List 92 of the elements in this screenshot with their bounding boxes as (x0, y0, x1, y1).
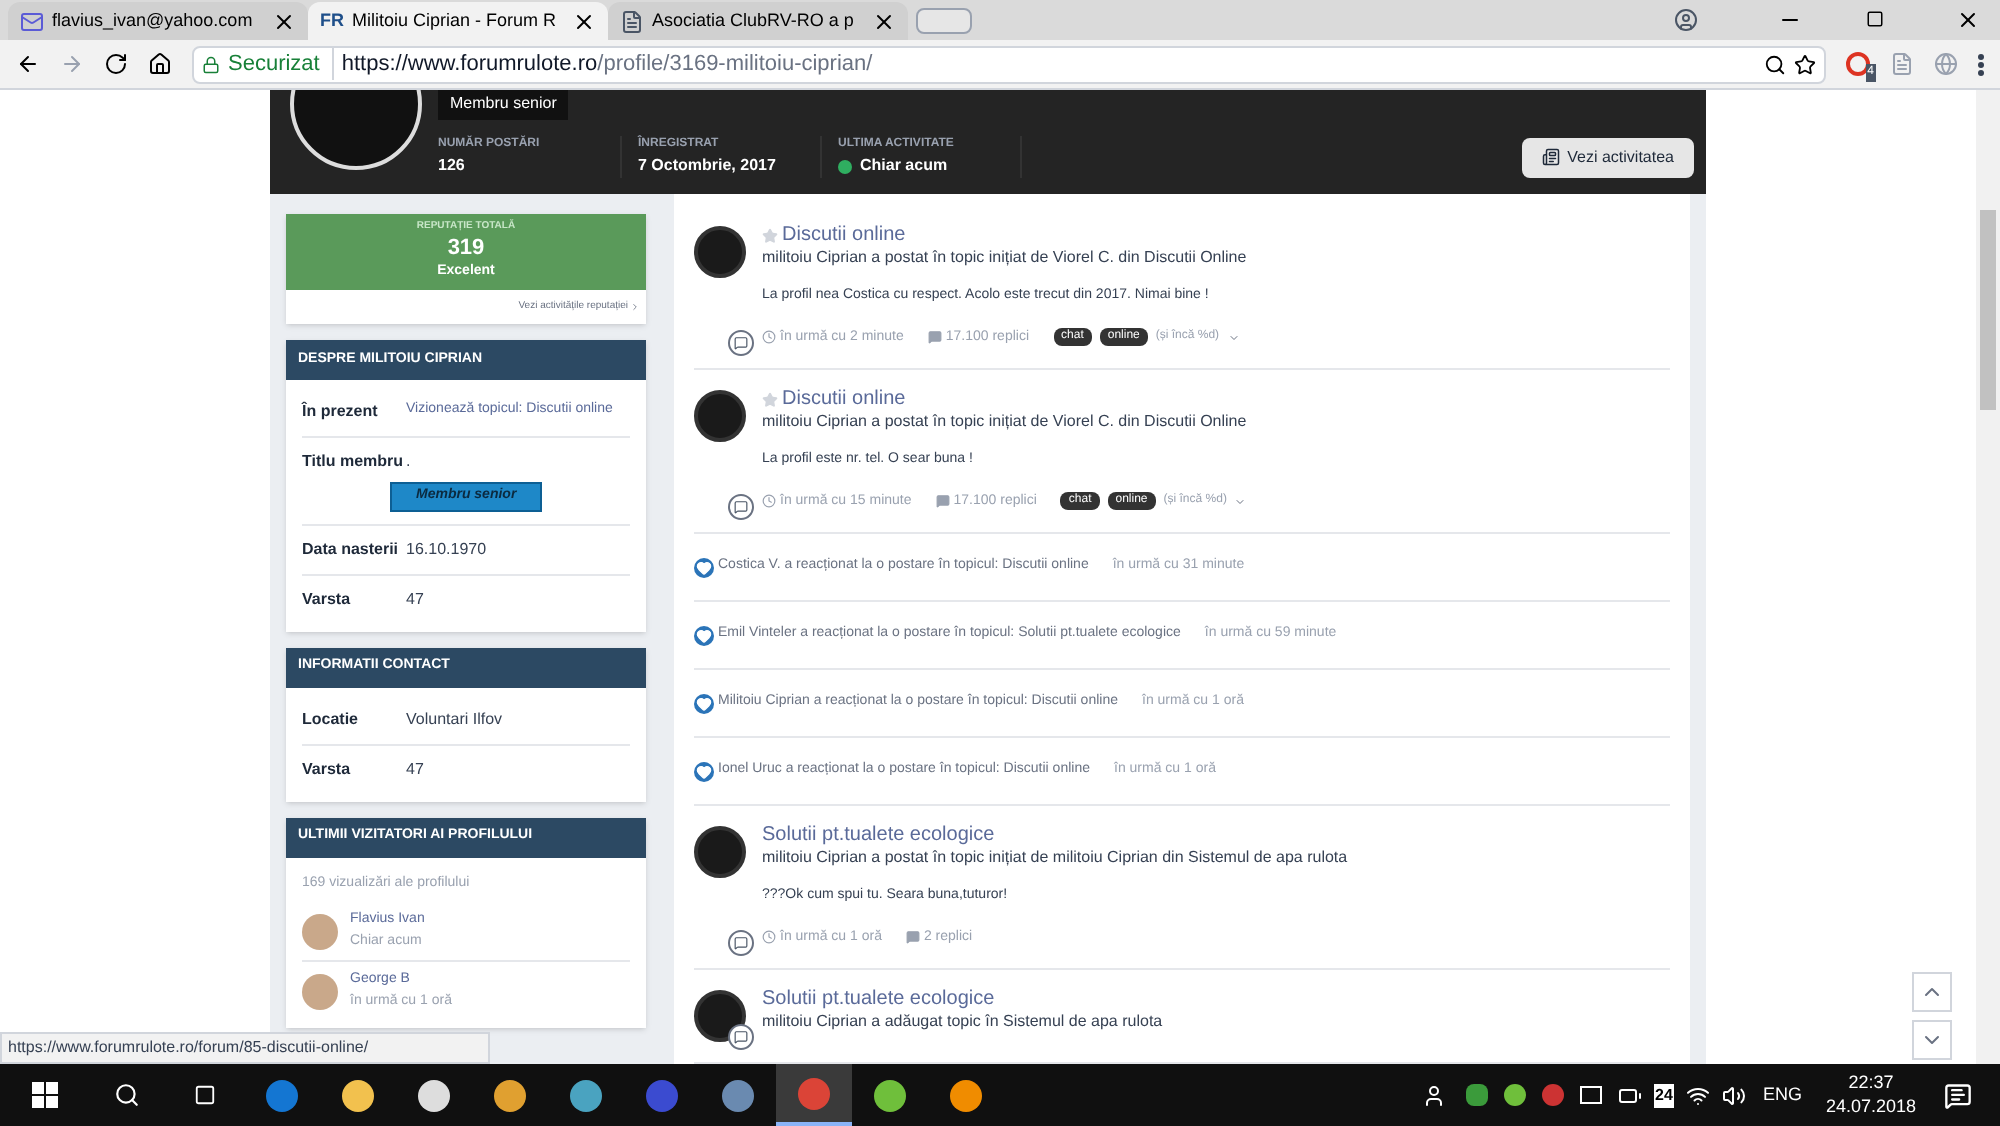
clock-icon (762, 330, 776, 345)
scroll-down-button[interactable] (1912, 1020, 1952, 1060)
post-byline: militoiu Ciprian a postat în topic inițiat de militoiu Ciprian din Sistemul de apa rulota (762, 846, 1348, 870)
post-byline: militoiu Ciprian a postat în topic inițiat de Viorel C. din Discutii Online (762, 410, 1247, 434)
field-label: Varsta (302, 587, 353, 611)
star-icon[interactable] (762, 228, 778, 244)
topic-title[interactable]: Discutii online (782, 390, 906, 410)
field-value: . (406, 450, 413, 474)
secure-label: Securizat (228, 47, 334, 81)
clock-time[interactable]: 22:37 (1848, 1072, 1894, 1095)
browser-tab[interactable]: flavius_ivan@yahoo.com (8, 2, 308, 40)
scrollbar[interactable] (1976, 90, 2000, 1064)
battery-icon[interactable] (1617, 1083, 1642, 1107)
app-icon (646, 1079, 678, 1111)
avatar (302, 973, 338, 1009)
newspaper-icon (1541, 148, 1560, 166)
avatar (694, 390, 746, 442)
task-view-icon[interactable] (194, 1084, 216, 1106)
field-label: Locatie (302, 707, 361, 731)
status-url: https://www.forumrulote.ro/forum/85-discutii-online/ (0, 1032, 491, 1064)
mail-icon (20, 9, 44, 33)
member-badge: Membru senior (438, 90, 569, 120)
avatar (694, 226, 746, 278)
volume-icon[interactable] (1722, 1083, 1747, 1107)
stat-value: 7 Octombrie, 2017 (638, 154, 776, 178)
close-icon[interactable] (272, 9, 296, 33)
reload-icon[interactable] (104, 52, 128, 76)
field-value: 47 (406, 587, 424, 611)
close-icon[interactable] (1956, 8, 1980, 32)
post-byline: militoiu Ciprian a adăugat topic în Sistemul de apa rulota (762, 1010, 1163, 1034)
field-label: Titlu membru (302, 450, 406, 474)
avatar (694, 826, 746, 878)
app-icon (570, 1079, 602, 1111)
back-icon[interactable] (16, 52, 40, 76)
clock-icon (762, 494, 776, 509)
bookmark-star-icon[interactable] (1794, 53, 1816, 75)
avatar (694, 990, 746, 1042)
close-icon[interactable] (572, 9, 596, 33)
topic-title[interactable]: Solutii pt.tualete ecologice (762, 826, 995, 846)
site-logo: FR (320, 7, 344, 34)
menu-icon[interactable] (1978, 53, 1984, 75)
comment-icon (728, 494, 754, 520)
language-indicator[interactable]: ENG (1762, 1081, 1802, 1109)
lock-icon (202, 55, 220, 73)
zoom-icon[interactable] (1764, 53, 1786, 75)
browser-tab[interactable]: FR Militoiu Ciprian - Forum R (308, 2, 608, 40)
comment-icon (728, 930, 754, 956)
address-bar[interactable]: Securizat https://www.forumrulote.ro/profile/3169-militoiu-ciprian/ (192, 45, 1826, 83)
comment-icon (905, 930, 920, 945)
tray-calendar-icon[interactable]: 24 (1653, 1083, 1675, 1107)
field-label: Varsta (302, 757, 353, 781)
close-icon[interactable] (872, 9, 896, 33)
stat-value: Chiar acum (860, 154, 948, 178)
scrollbar-thumb[interactable] (1980, 210, 1996, 410)
heart-icon (694, 693, 714, 713)
user-icon[interactable] (1674, 8, 1698, 32)
reputation-score: 319 (447, 235, 485, 263)
field-label: Data nasterii (302, 537, 401, 561)
browser-tab[interactable]: Asociatia ClubRV-RO a p (608, 2, 908, 40)
heart-icon (694, 557, 714, 577)
heart-icon (694, 761, 714, 781)
field-value: Voluntari Ilfov (406, 707, 503, 731)
maximize-icon[interactable] (1866, 10, 1884, 28)
field-value: 16.10.1970 (406, 537, 487, 561)
field-label: În prezent (302, 400, 380, 424)
topic-title[interactable]: Discutii online (782, 226, 906, 246)
field-value: 47 (406, 757, 424, 781)
caret-icon (1227, 331, 1240, 344)
url-text: https://www.forumrulote.ro/profile/3169-militoiu-ciprian/ (341, 49, 873, 80)
caret-icon (630, 302, 640, 312)
heart-icon (694, 625, 714, 645)
topic-title[interactable]: Solutii pt.tualete ecologice (762, 990, 995, 1010)
stat-value: 126 (438, 154, 465, 178)
comment-icon (728, 330, 754, 356)
search-icon[interactable] (114, 1082, 140, 1108)
view-activity-button[interactable]: Vezi activitatea (1521, 137, 1694, 177)
scroll-up-button[interactable] (1912, 972, 1952, 1012)
caret-icon (1234, 495, 1247, 508)
clock-date[interactable]: 24.07.2018 (1825, 1095, 1916, 1118)
notifications-icon[interactable] (1944, 1081, 1972, 1109)
app-icon[interactable] (1579, 1086, 1602, 1104)
page-icon (620, 9, 644, 33)
avatar (302, 913, 338, 949)
comment-icon (927, 330, 942, 345)
home-icon[interactable] (148, 52, 172, 76)
comment-icon (935, 494, 950, 509)
star-icon[interactable] (762, 392, 778, 408)
network-icon[interactable] (1686, 1083, 1711, 1107)
people-icon[interactable] (1421, 1083, 1446, 1107)
clock-icon (762, 930, 776, 945)
post-byline: militoiu Ciprian a postat în topic inițiat de Viorel C. din Discutii Online (762, 246, 1247, 270)
comment-icon (728, 1024, 754, 1050)
